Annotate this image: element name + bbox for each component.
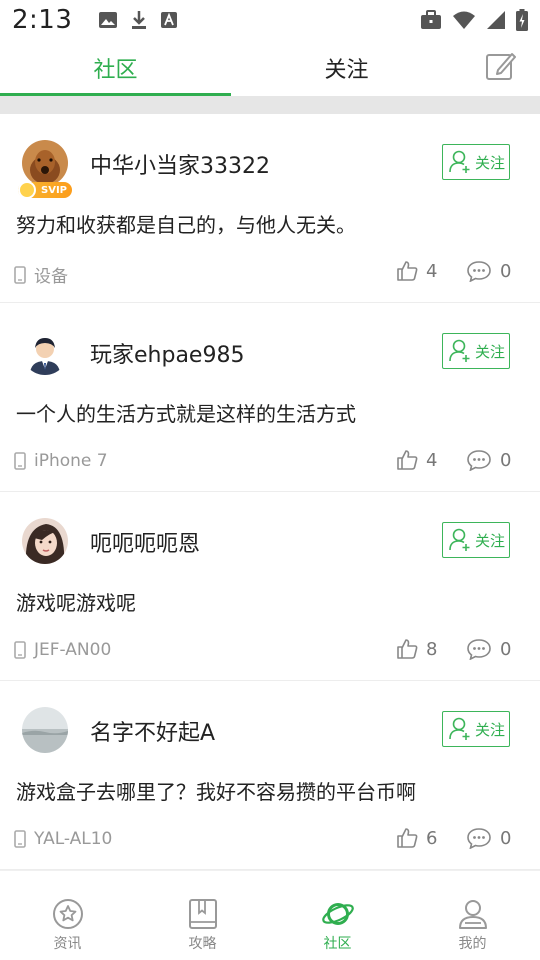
avatar[interactable]	[22, 140, 68, 186]
nav-item-news[interactable]: 资讯	[0, 871, 135, 960]
tab-community[interactable]: 社区	[0, 40, 231, 96]
comment-count: 0	[500, 260, 512, 282]
device-name: iPhone 7	[34, 451, 108, 471]
comment-icon	[467, 828, 491, 849]
download-icon	[132, 11, 147, 29]
status-bar: 2:13	[0, 0, 540, 40]
compose-icon[interactable]	[484, 50, 518, 84]
like-button[interactable]: 8	[396, 638, 437, 660]
comment-button[interactable]: 0	[466, 827, 511, 849]
follow-button[interactable]: 关注	[442, 522, 510, 558]
post-text: 游戏盒子去哪里了？我好不容易攒的平台币啊	[16, 780, 416, 804]
comment-icon	[467, 639, 491, 660]
thumbs-up-icon	[397, 450, 418, 470]
nav-item-mine[interactable]: 我的	[405, 871, 540, 960]
phone-icon	[14, 830, 26, 848]
battery-icon	[516, 9, 528, 31]
follow-button[interactable]: 关注	[442, 711, 510, 747]
nav-label-news: 资讯	[53, 936, 82, 952]
person-add-icon	[449, 339, 470, 362]
like-count: 4	[426, 449, 438, 471]
image-icon	[99, 12, 118, 28]
like-button[interactable]: 4	[396, 449, 437, 471]
post-text: 努力和收获都是自己的，与他人无关。	[16, 213, 356, 237]
like-button[interactable]: 6	[396, 827, 437, 849]
status-time: 2:13	[12, 5, 73, 35]
post-text: 一个人的生活方式就是这样的生活方式	[16, 402, 356, 426]
nav-item-guide[interactable]: 攻略	[135, 871, 270, 960]
username[interactable]: 玩家ehpae985	[90, 337, 244, 369]
device-name: JEF-AN00	[34, 640, 112, 660]
system-icons	[420, 9, 528, 31]
comment-icon	[467, 261, 491, 282]
wifi-icon	[453, 11, 475, 29]
nav-label-mine: 我的	[458, 936, 487, 952]
comment-count: 0	[500, 638, 512, 660]
username[interactable]: 呃呃呃呃恩	[90, 526, 200, 558]
like-count: 8	[426, 638, 438, 660]
follow-label: 关注	[475, 153, 506, 172]
comment-count: 0	[500, 449, 512, 471]
avatar[interactable]	[22, 329, 68, 375]
comment-icon	[467, 450, 491, 471]
post-text: 游戏呢游戏呢	[16, 591, 136, 615]
bottom-navigation: 资讯 攻略 社区 我的	[0, 870, 540, 960]
top-tabs: 社区 关注	[0, 40, 540, 96]
follow-button[interactable]: 关注	[442, 144, 510, 180]
person-add-icon	[449, 717, 470, 740]
person-add-icon	[449, 528, 470, 551]
follow-button[interactable]: 关注	[442, 333, 510, 369]
signal-icon	[487, 11, 505, 29]
post-card[interactable]: 呃呃呃呃恩 关注 游戏呢游戏呢 JEF-AN00 8 0	[0, 492, 540, 681]
username[interactable]: 名字不好起A	[90, 715, 215, 747]
section-divider	[0, 96, 540, 114]
nav-item-community[interactable]: 社区	[270, 871, 405, 960]
device-info: 设备	[14, 262, 68, 287]
device-info: JEF-AN00	[14, 640, 111, 660]
post-card[interactable]: SVIP 中华小当家33322 关注 努力和收获都是自己的，与他人无关。 设备 …	[0, 114, 540, 303]
comment-count: 0	[500, 827, 512, 849]
post-card[interactable]: 玩家ehpae985 关注 一个人的生活方式就是这样的生活方式 iPhone 7…	[0, 303, 540, 492]
nav-label-guide: 攻略	[188, 936, 217, 952]
star-icon	[52, 899, 83, 929]
device-info: iPhone 7	[14, 451, 108, 471]
vip-badge: SVIP	[18, 181, 72, 199]
device-info: YAL-AL10	[14, 829, 112, 849]
book-icon	[188, 899, 217, 929]
post-feed: SVIP 中华小当家33322 关注 努力和收获都是自己的，与他人无关。 设备 …	[0, 114, 540, 870]
thumbs-up-icon	[397, 261, 418, 281]
like-button[interactable]: 4	[396, 260, 437, 282]
notification-icons	[98, 10, 178, 30]
follow-label: 关注	[475, 720, 506, 739]
phone-icon	[14, 452, 26, 470]
follow-label: 关注	[475, 342, 506, 361]
tab-follow[interactable]: 关注	[231, 40, 462, 96]
nav-label-community: 社区	[323, 936, 352, 952]
thumbs-up-icon	[397, 639, 418, 659]
vip-label: SVIP	[41, 184, 67, 196]
crown-icon	[18, 181, 36, 199]
phone-icon	[14, 641, 26, 659]
avatar[interactable]	[22, 707, 68, 753]
username[interactable]: 中华小当家33322	[90, 148, 270, 180]
follow-label: 关注	[475, 531, 506, 550]
person-add-icon	[449, 150, 470, 173]
phone-icon	[14, 265, 26, 284]
planet-icon	[321, 903, 354, 925]
thumbs-up-icon	[397, 828, 418, 848]
comment-button[interactable]: 0	[466, 260, 511, 282]
briefcase-icon	[421, 10, 441, 29]
like-count: 4	[426, 260, 438, 282]
comment-button[interactable]: 0	[466, 638, 511, 660]
device-name: 设备	[34, 267, 68, 287]
comment-button[interactable]: 0	[466, 449, 511, 471]
user-icon	[458, 900, 487, 929]
post-card[interactable]: 名字不好起A 关注 游戏盒子去哪里了？我好不容易攒的平台币啊 YAL-AL10 …	[0, 681, 540, 870]
device-name: YAL-AL10	[34, 829, 113, 849]
avatar[interactable]	[22, 518, 68, 564]
like-count: 6	[426, 827, 438, 849]
text-icon	[161, 12, 178, 28]
